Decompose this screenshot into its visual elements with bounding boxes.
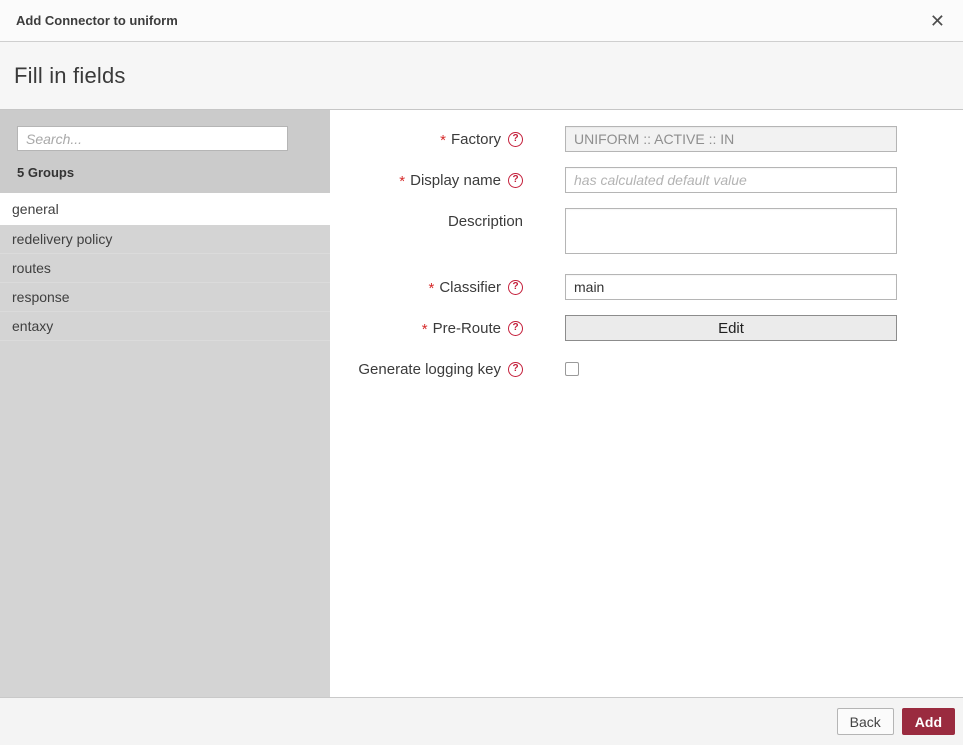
display-name-label: Display name	[410, 171, 501, 189]
add-button[interactable]: Add	[901, 708, 955, 735]
logging-key-label-group: Generate logging key ?	[330, 356, 565, 382]
close-icon[interactable]: ✕	[926, 10, 949, 32]
sidebar-item-response[interactable]: response	[0, 283, 330, 312]
group-list: general redelivery policy routes respons…	[0, 193, 330, 341]
dialog-footer: Back Add	[0, 697, 963, 745]
required-indicator: *	[399, 172, 406, 190]
classifier-input[interactable]	[565, 274, 897, 300]
dialog-titlebar: Add Connector to uniform ✕	[0, 0, 963, 42]
description-label-group: Description	[330, 208, 565, 234]
dialog-title: Add Connector to uniform	[16, 13, 178, 28]
form-row-classifier: * Classifier ?	[330, 274, 963, 300]
display-name-field	[565, 167, 897, 193]
form-row-display-name: * Display name ?	[330, 167, 963, 193]
classifier-field	[565, 274, 897, 300]
groups-sidebar: 5 Groups general redelivery policy route…	[0, 110, 330, 697]
logging-key-label: Generate logging key	[358, 360, 501, 378]
pre-route-edit-button[interactable]: Edit	[565, 315, 897, 341]
required-indicator: *	[421, 320, 428, 338]
back-button[interactable]: Back	[836, 708, 894, 735]
connector-form: * Factory ? * Display name ?	[330, 110, 963, 697]
description-field	[565, 208, 897, 259]
help-icon[interactable]: ?	[508, 279, 523, 295]
classifier-label: Classifier	[439, 278, 501, 296]
factory-input	[565, 126, 897, 152]
display-name-label-group: * Display name ?	[330, 167, 565, 193]
factory-label: Factory	[450, 130, 501, 148]
sidebar-item-entaxy[interactable]: entaxy	[0, 312, 330, 341]
dialog-subheader: Fill in fields	[0, 42, 963, 110]
form-row-factory: * Factory ?	[330, 126, 963, 152]
factory-field	[565, 126, 897, 152]
required-indicator: *	[440, 131, 446, 149]
sidebar-item-routes[interactable]: routes	[0, 254, 330, 283]
description-textarea[interactable]	[565, 208, 897, 254]
form-row-description: Description	[330, 208, 963, 259]
logging-key-checkbox[interactable]	[565, 362, 579, 376]
dialog-body: 5 Groups general redelivery policy route…	[0, 110, 963, 697]
factory-label-group: * Factory ?	[330, 126, 565, 152]
search-input[interactable]	[17, 126, 288, 151]
pre-route-label-group: * Pre-Route ?	[330, 315, 565, 341]
pre-route-label: Pre-Route	[432, 319, 501, 337]
sidebar-item-redelivery-policy[interactable]: redelivery policy	[0, 225, 330, 254]
classifier-label-group: * Classifier ?	[330, 274, 565, 300]
sidebar-top-section: 5 Groups	[0, 110, 330, 193]
pre-route-field: Edit	[565, 315, 897, 341]
help-icon[interactable]: ?	[508, 172, 523, 188]
page-title: Fill in fields	[14, 62, 126, 88]
logging-key-field	[565, 356, 897, 381]
groups-count-label: 5 Groups	[17, 165, 75, 180]
description-label: Description	[447, 212, 523, 230]
add-connector-dialog: Add Connector to uniform ✕ Fill in field…	[0, 0, 963, 745]
form-row-pre-route: * Pre-Route ? Edit	[330, 315, 963, 341]
required-indicator: *	[428, 279, 435, 297]
help-icon[interactable]: ?	[508, 320, 523, 336]
sidebar-item-general[interactable]: general	[0, 193, 330, 225]
display-name-input[interactable]	[565, 167, 897, 193]
help-icon[interactable]: ?	[508, 131, 523, 147]
form-row-generate-logging-key: Generate logging key ?	[330, 356, 963, 382]
help-icon[interactable]: ?	[508, 361, 523, 377]
